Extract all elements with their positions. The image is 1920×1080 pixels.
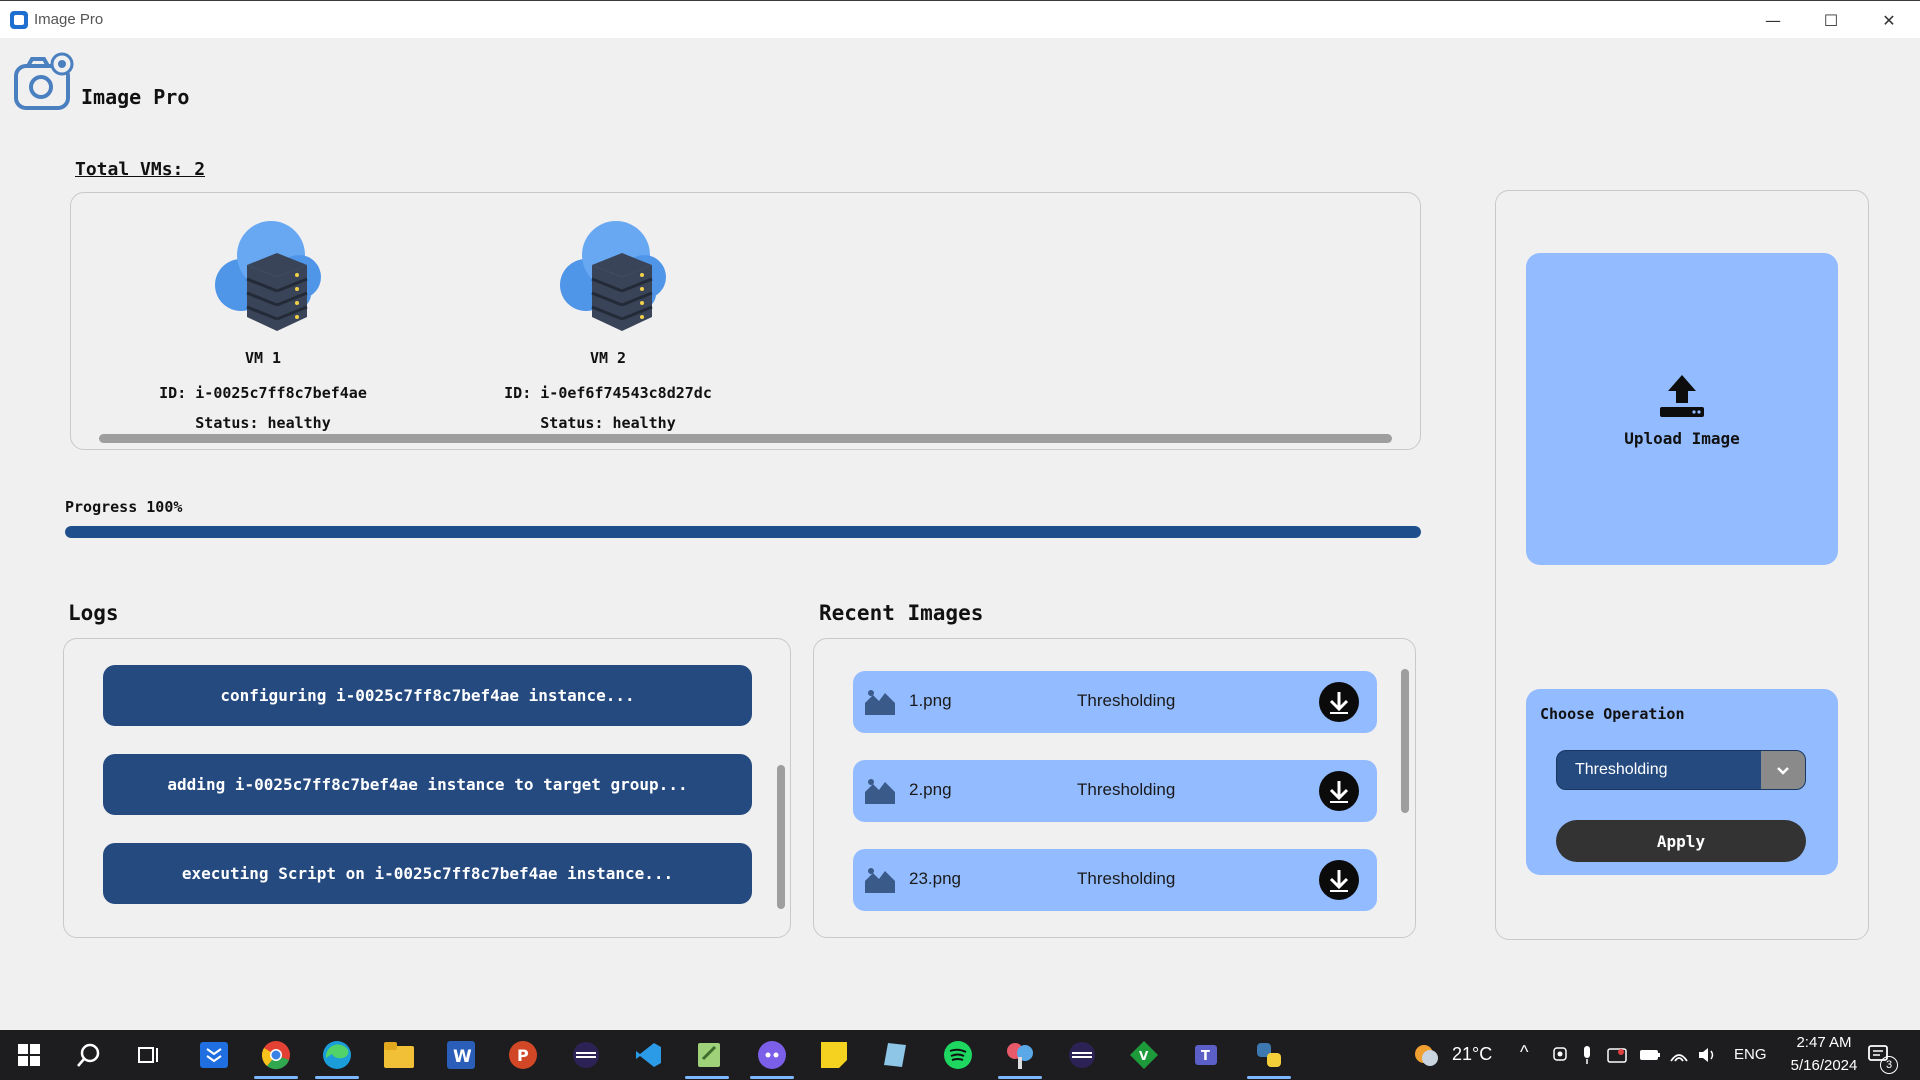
recent-images-panel: 1.png Thresholding 2.png Thresholding 23… bbox=[813, 638, 1416, 938]
images-scrollbar[interactable] bbox=[1401, 669, 1409, 813]
log-item: executing Script on i-0025c7ff8c7bef4ae … bbox=[103, 843, 752, 904]
download-button[interactable] bbox=[1319, 771, 1359, 811]
weather-icon[interactable] bbox=[1409, 1039, 1443, 1071]
upload-icon bbox=[1660, 375, 1704, 417]
task-view-icon[interactable] bbox=[132, 1039, 166, 1071]
right-panel: Upload Image Choose Operation Thresholdi… bbox=[1495, 190, 1869, 940]
powerpoint-icon[interactable]: P bbox=[506, 1039, 540, 1071]
log-item: configuring i-0025c7ff8c7bef4ae instance… bbox=[103, 665, 752, 726]
dropbox-icon[interactable] bbox=[197, 1039, 231, 1071]
window-title: Image Pro bbox=[34, 11, 104, 28]
vm-card: VM 1 ID: i-0025c7ff8c7bef4ae Status: hea… bbox=[113, 213, 413, 432]
operation-select[interactable]: Thresholding bbox=[1556, 750, 1806, 790]
image-filename: 1.png bbox=[909, 691, 952, 710]
clock-time[interactable]: 2:47 AM bbox=[1783, 1034, 1865, 1051]
clock-date[interactable]: 5/16/2024 bbox=[1778, 1057, 1870, 1074]
taskbar: W P V T 21°C ^ ENG 2:47 AM 5/16/2024 3 bbox=[0, 1030, 1920, 1080]
vm-id: ID: i-0025c7ff8c7bef4ae bbox=[159, 384, 367, 402]
discord-icon[interactable] bbox=[755, 1039, 789, 1071]
maximize-button[interactable]: ☐ bbox=[1802, 1, 1860, 39]
progress-fill bbox=[65, 526, 1421, 538]
app-name: Image Pro bbox=[81, 85, 190, 109]
vm-card: VM 2 ID: i-0ef6f74543c8d27dc Status: hea… bbox=[458, 213, 758, 432]
vm-id: ID: i-0ef6f74543c8d27dc bbox=[504, 384, 712, 402]
vm-name: VM 2 bbox=[589, 349, 627, 367]
progress-label: Progress 100% bbox=[65, 498, 183, 516]
cloud-server-icon bbox=[215, 221, 321, 331]
spotify-icon[interactable] bbox=[941, 1039, 975, 1071]
chrome-icon[interactable] bbox=[259, 1039, 293, 1071]
download-button[interactable] bbox=[1319, 860, 1359, 900]
logs-scrollbar[interactable] bbox=[777, 765, 785, 909]
logs-title: Logs bbox=[68, 601, 119, 625]
recent-images-title: Recent Images bbox=[819, 601, 984, 625]
notepadpp-icon[interactable] bbox=[692, 1039, 726, 1071]
edge-icon[interactable] bbox=[320, 1039, 354, 1071]
notification-count-badge: 3 bbox=[1880, 1056, 1898, 1074]
file-explorer-icon[interactable] bbox=[382, 1039, 416, 1071]
microphone-icon[interactable] bbox=[1570, 1039, 1604, 1071]
app-icon[interactable] bbox=[878, 1039, 912, 1071]
operation-box: Choose Operation Thresholding Apply bbox=[1526, 689, 1838, 875]
svg-text:T: T bbox=[1201, 1049, 1210, 1064]
upload-image-button[interactable]: Upload Image bbox=[1526, 253, 1838, 565]
language-indicator[interactable]: ENG bbox=[1734, 1046, 1767, 1063]
svg-text:P: P bbox=[517, 1046, 529, 1065]
download-icon bbox=[1329, 781, 1349, 803]
download-icon bbox=[1329, 870, 1349, 892]
volume-icon[interactable] bbox=[1691, 1039, 1725, 1071]
eclipse-icon[interactable] bbox=[569, 1039, 603, 1071]
log-item: adding i-0025c7ff8c7bef4ae instance to t… bbox=[103, 754, 752, 815]
image-list-item[interactable]: 23.png Thresholding bbox=[853, 849, 1377, 911]
chevron-down-icon[interactable] bbox=[1761, 751, 1805, 789]
sticky-notes-icon[interactable] bbox=[817, 1039, 851, 1071]
python-icon[interactable] bbox=[1252, 1039, 1286, 1071]
vim-icon[interactable]: V bbox=[1127, 1039, 1161, 1071]
camera-gear-icon bbox=[14, 52, 76, 112]
vscode-icon[interactable] bbox=[631, 1039, 665, 1071]
image-icon bbox=[865, 690, 895, 715]
choose-operation-title: Choose Operation bbox=[1540, 705, 1685, 723]
image-icon bbox=[865, 779, 895, 804]
security-icon[interactable] bbox=[1600, 1039, 1634, 1071]
search-icon[interactable] bbox=[72, 1039, 106, 1071]
vm-status: Status: healthy bbox=[540, 414, 676, 432]
start-icon[interactable] bbox=[12, 1039, 46, 1071]
operation-select-value: Thresholding bbox=[1575, 761, 1668, 778]
teams-icon[interactable]: T bbox=[1189, 1039, 1223, 1071]
vm-horizontal-scrollbar[interactable] bbox=[99, 434, 1392, 443]
progress-bar bbox=[65, 526, 1421, 538]
image-filename: 2.png bbox=[909, 780, 952, 799]
svg-text:W: W bbox=[453, 1047, 472, 1067]
total-vms-label: Total VMs: 2 bbox=[75, 159, 206, 180]
vm-status: Status: healthy bbox=[195, 414, 331, 432]
snipping-tool-icon[interactable] bbox=[1003, 1039, 1037, 1071]
download-icon bbox=[1329, 692, 1349, 714]
svg-text:V: V bbox=[1139, 1049, 1149, 1063]
word-icon[interactable]: W bbox=[444, 1039, 478, 1071]
apply-button[interactable]: Apply bbox=[1556, 820, 1806, 862]
cloud-server-icon bbox=[560, 221, 666, 331]
app-icon bbox=[10, 11, 28, 29]
image-list-item[interactable]: 1.png Thresholding bbox=[853, 671, 1377, 733]
image-operation: Thresholding bbox=[1077, 869, 1176, 888]
image-operation: Thresholding bbox=[1077, 691, 1176, 710]
minimize-button[interactable]: — bbox=[1744, 1, 1802, 39]
vm-name: VM 1 bbox=[244, 349, 282, 367]
weather-temperature[interactable]: 21°C bbox=[1452, 1044, 1492, 1065]
show-hidden-icons-chevron-icon[interactable]: ^ bbox=[1520, 1042, 1528, 1063]
image-icon bbox=[865, 868, 895, 893]
image-filename: 23.png bbox=[909, 869, 961, 888]
window-title-bar: Image Pro — ☐ ✕ bbox=[0, 0, 1920, 38]
close-button[interactable]: ✕ bbox=[1860, 1, 1918, 39]
upload-label: Upload Image bbox=[1624, 429, 1740, 448]
vm-panel: VM 1 ID: i-0025c7ff8c7bef4ae Status: hea… bbox=[70, 192, 1421, 450]
download-button[interactable] bbox=[1319, 682, 1359, 722]
image-operation: Thresholding bbox=[1077, 780, 1176, 799]
eclipse-icon[interactable] bbox=[1065, 1039, 1099, 1071]
logs-panel: configuring i-0025c7ff8c7bef4ae instance… bbox=[63, 638, 791, 938]
image-list-item[interactable]: 2.png Thresholding bbox=[853, 760, 1377, 822]
